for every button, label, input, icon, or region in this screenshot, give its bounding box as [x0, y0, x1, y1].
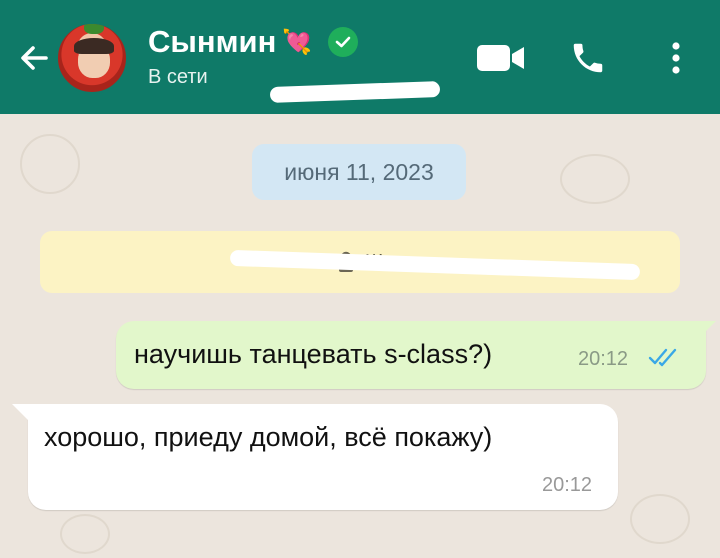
heart-emoji: 💘 [282, 28, 313, 56]
read-ticks-icon [648, 348, 677, 367]
phone-call-icon [573, 43, 603, 73]
redaction-scribble [269, 81, 441, 103]
encryption-notice[interactable]: Ш [40, 231, 680, 293]
contact-status: В сети [148, 66, 208, 88]
back-button[interactable] [14, 38, 54, 78]
message-outgoing[interactable]: научишь танцевать s-class?) 20:12 [116, 321, 706, 389]
contact-name[interactable]: Сынмин 💘 [148, 24, 359, 60]
contact-name-text: Сынмин [148, 24, 277, 59]
more-options-button[interactable] [662, 38, 690, 78]
message-text: хорошо, приеду домой, всё покажу) [44, 422, 493, 452]
date-chip: июня 11, 2023 [252, 144, 466, 200]
contact-avatar[interactable] [56, 22, 128, 94]
more-options-icon [672, 42, 680, 74]
redaction-scribble [229, 249, 641, 281]
message-time: 20:12 [542, 474, 593, 496]
phone-call-button[interactable] [568, 38, 608, 78]
chat-header: Сынмин 💘 В сети [0, 0, 720, 114]
back-arrow-icon [21, 46, 48, 70]
verified-icon [328, 27, 359, 57]
message-time: 20:12 [578, 348, 629, 370]
message-text: научишь танцевать s-class?) [134, 339, 493, 369]
video-call-button[interactable] [476, 38, 526, 78]
video-call-icon [477, 45, 524, 71]
message-incoming[interactable]: хорошо, приеду домой, всё покажу) 20:12 [28, 404, 618, 510]
chat-area[interactable]: июня 11, 2023 Ш научишь танцевать s-clas… [0, 114, 720, 558]
